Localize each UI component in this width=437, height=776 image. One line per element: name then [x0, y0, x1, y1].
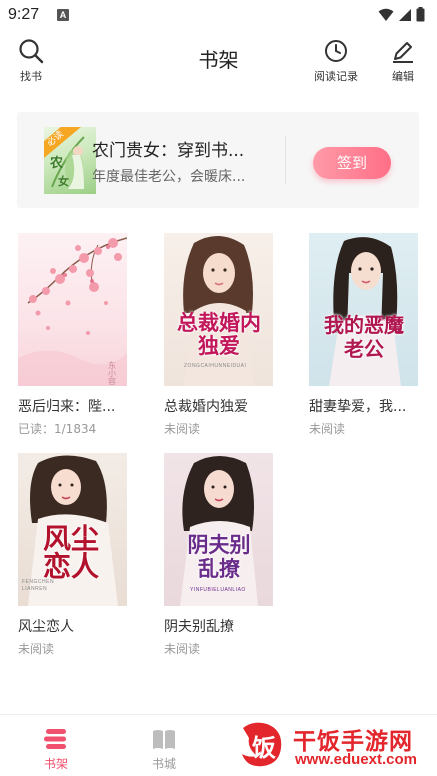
notification-icon: A: [57, 9, 69, 21]
battery-icon: [416, 7, 425, 22]
book-read-status: 未阅读: [18, 642, 55, 656]
signal-icon: [399, 8, 411, 21]
cover-illustration: [180, 456, 258, 606]
book-cover[interactable]: 总裁婚内独爱 ZONGCAIHUNNEIDUAI: [164, 233, 273, 386]
bookshelf-icon: [44, 729, 66, 749]
cover-subtitle: 甜妻挚爱: [375, 316, 398, 322]
book-title: 总裁婚内独爱: [164, 399, 248, 415]
book-item[interactable]: 总裁婚内独爱 ZONGCAIHUNNEIDUAI 总裁婚内独爱 未阅读: [164, 233, 279, 437]
watermark-logo: 饭: [242, 722, 282, 767]
reading-history-label: 阅读记录: [314, 70, 358, 83]
header: 找书 书架 阅读记录 编辑: [0, 36, 437, 86]
status-time: 9:27: [8, 6, 40, 23]
svg-text:饭: 饭: [252, 734, 276, 762]
book-title: 甜妻挚爱，我...: [309, 399, 407, 415]
tab-bookshelf[interactable]: 书架: [26, 727, 86, 772]
checkin-button[interactable]: 签到: [313, 147, 391, 179]
book-item[interactable]: 东小容 恶后归来：陛... 已读：1/1834: [18, 233, 133, 437]
book-item[interactable]: 我的恶魔老公 甜妻挚爱 甜妻挚爱，我... 未阅读: [309, 233, 424, 437]
recommend-book-title[interactable]: 农门贵女：穿到书...: [92, 136, 270, 161]
book-cover[interactable]: 东小容: [18, 233, 127, 386]
recommend-book-cover[interactable]: 农 女 必读: [44, 127, 96, 194]
tab-bookstore-label: 书城: [151, 757, 176, 771]
watermark: 饭 干饭手游网 www.eduext.com: [237, 716, 433, 772]
cover-subtitle: FENGCHEN LIANREN: [22, 579, 55, 592]
wifi-icon: [378, 8, 394, 21]
book-cover[interactable]: 我的恶魔老公 甜妻挚爱: [309, 233, 418, 386]
edit-label: 编辑: [392, 70, 414, 83]
reading-history-button[interactable]: 阅读记录: [314, 38, 358, 84]
book-read-status: 已读：1/1834: [18, 422, 97, 436]
cover-text: 总裁婚内独爱: [177, 310, 261, 358]
card-divider: [285, 136, 286, 184]
tab-bookstore[interactable]: 书城: [134, 727, 194, 772]
clock-icon: [325, 40, 347, 62]
book-item[interactable]: 阴夫别乱撩 YINFUBIELUANLIAO 阴夫别乱撩 未阅读: [164, 453, 279, 657]
recommend-book-desc: 年度最佳老公，会暖床...: [92, 169, 246, 185]
svg-text:东小容: 东小容: [108, 360, 117, 386]
tab-bookshelf-label: 书架: [43, 757, 68, 771]
book-cover[interactable]: 阴夫别乱撩 YINFUBIELUANLIAO: [164, 453, 273, 606]
book-title: 恶后归来：陛...: [18, 399, 116, 415]
status-bar: 9:27 A: [0, 0, 437, 30]
edit-button[interactable]: 编辑: [390, 38, 416, 84]
book-read-status: 未阅读: [164, 422, 201, 436]
cover-subtitle: ZONGCAIHUNNEIDUAI: [184, 363, 247, 369]
pencil-icon: [393, 42, 413, 63]
svg-text:农: 农: [49, 155, 63, 171]
book-cover[interactable]: 风尘恋人 FENGCHEN LIANREN: [18, 453, 127, 606]
svg-text:女: 女: [58, 174, 69, 188]
page-title: 书架: [198, 48, 239, 72]
cover-text: 风尘恋人: [42, 522, 99, 583]
cover-illustration: [329, 237, 401, 386]
open-book-icon: [153, 730, 175, 749]
watermark-url: www.eduext.com: [295, 751, 417, 768]
book-title: 风尘恋人: [18, 619, 74, 635]
book-read-status: 未阅读: [164, 642, 201, 656]
cover-text: 阴夫别乱撩: [187, 532, 251, 581]
cover-illustration: 东小容: [18, 237, 127, 386]
book-title: 阴夫别乱撩: [164, 619, 234, 635]
cover-subtitle: YINFUBIELUANLIAO: [190, 587, 246, 593]
status-icons: [378, 7, 425, 22]
book-item[interactable]: 风尘恋人 FENGCHEN LIANREN 风尘恋人 未阅读: [18, 453, 133, 657]
book-read-status: 未阅读: [309, 422, 346, 436]
